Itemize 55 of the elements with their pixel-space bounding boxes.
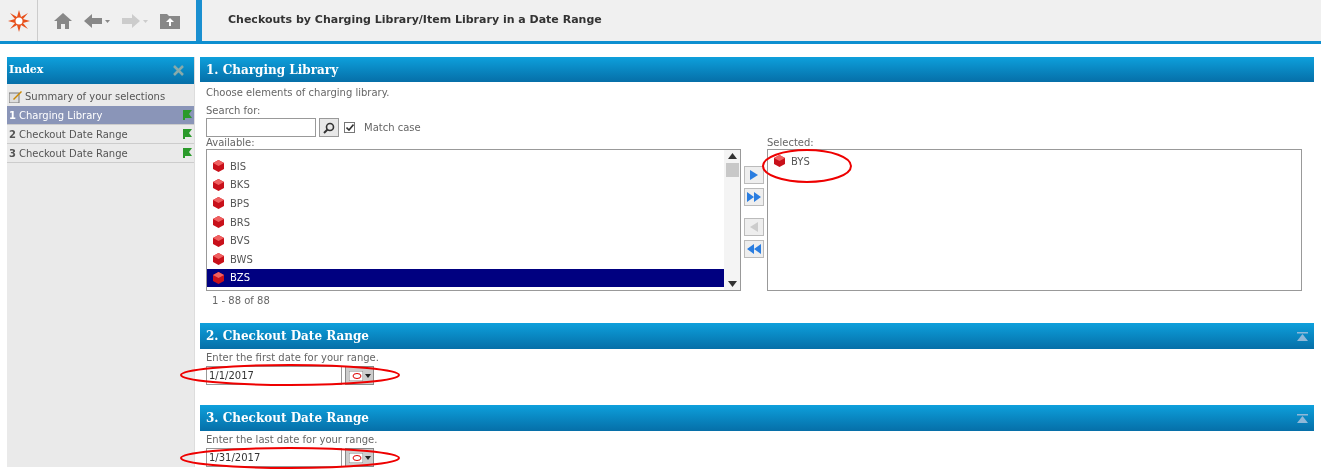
- cube-icon: [213, 216, 224, 229]
- home-icon[interactable]: [54, 12, 72, 29]
- selected-label: Selected:: [767, 137, 815, 149]
- list-item[interactable]: BVS: [207, 231, 724, 250]
- calendar-icon: [348, 370, 363, 381]
- sidebar-item[interactable]: 3 Checkout Date Range: [7, 144, 194, 163]
- list-item[interactable]: BKS: [207, 175, 724, 195]
- cube-icon: [213, 160, 224, 173]
- section-description: Enter the first date for your range.: [206, 352, 379, 364]
- close-icon[interactable]: [173, 65, 184, 76]
- available-label: Available:: [206, 137, 255, 149]
- cube-icon: [213, 178, 224, 191]
- scrollbar[interactable]: [724, 150, 740, 290]
- arrow-left-icon: [750, 222, 758, 232]
- section-header: 1. Charging Library: [200, 57, 1314, 82]
- folder-up-icon[interactable]: [160, 12, 180, 29]
- list-item[interactable]: BIS: [207, 157, 724, 176]
- cube-icon: [213, 271, 224, 284]
- cube-icon: [213, 253, 224, 266]
- checkmark-icon: [345, 124, 354, 131]
- cube-icon: [774, 155, 785, 167]
- add-button[interactable]: [744, 166, 764, 184]
- back-arrow-icon[interactable]: [84, 12, 110, 29]
- list-item[interactable]: BWS: [207, 249, 724, 269]
- collapse-icon[interactable]: [1297, 413, 1308, 423]
- scroll-down-icon[interactable]: [727, 281, 737, 287]
- section-header: 3. Checkout Date Range: [200, 405, 1314, 431]
- section-description: Enter the last date for your range.: [206, 434, 378, 446]
- match-case-label: Match case: [364, 121, 421, 135]
- list-item[interactable]: BZS: [207, 268, 724, 288]
- sidebar-item[interactable]: 2 Checkout Date Range: [7, 125, 194, 144]
- scroll-up-icon[interactable]: [727, 153, 737, 159]
- search-button[interactable]: [319, 118, 339, 137]
- add-all-button[interactable]: [744, 188, 764, 206]
- calendar-icon: [348, 452, 363, 463]
- search-field[interactable]: [206, 118, 316, 137]
- list-item[interactable]: BPS: [207, 194, 724, 213]
- cube-icon: [213, 197, 224, 210]
- remove-all-button[interactable]: [744, 240, 764, 258]
- cube-icon: [213, 234, 224, 247]
- caret-icon: [364, 455, 371, 460]
- scroll-thumb[interactable]: [725, 163, 739, 177]
- item-count: 1 - 88 of 88: [211, 294, 271, 308]
- arrow-right-icon: [750, 170, 758, 180]
- list-item[interactable]: BRS: [207, 212, 724, 232]
- section-header: 2. Checkout Date Range: [200, 323, 1314, 349]
- caret-icon: [364, 373, 371, 378]
- sidebar-title: Index: [9, 62, 44, 79]
- collapse-icon[interactable]: [1297, 331, 1308, 341]
- sidebar-item[interactable]: Summary of your selections: [7, 87, 194, 106]
- sun-logo-icon: [7, 9, 30, 32]
- search-label: Search for:: [206, 104, 262, 118]
- list-item[interactable]: BYS: [768, 152, 1301, 170]
- section-description: Choose elements of charging library.: [206, 86, 391, 100]
- match-case-checkbox[interactable]: [344, 122, 355, 133]
